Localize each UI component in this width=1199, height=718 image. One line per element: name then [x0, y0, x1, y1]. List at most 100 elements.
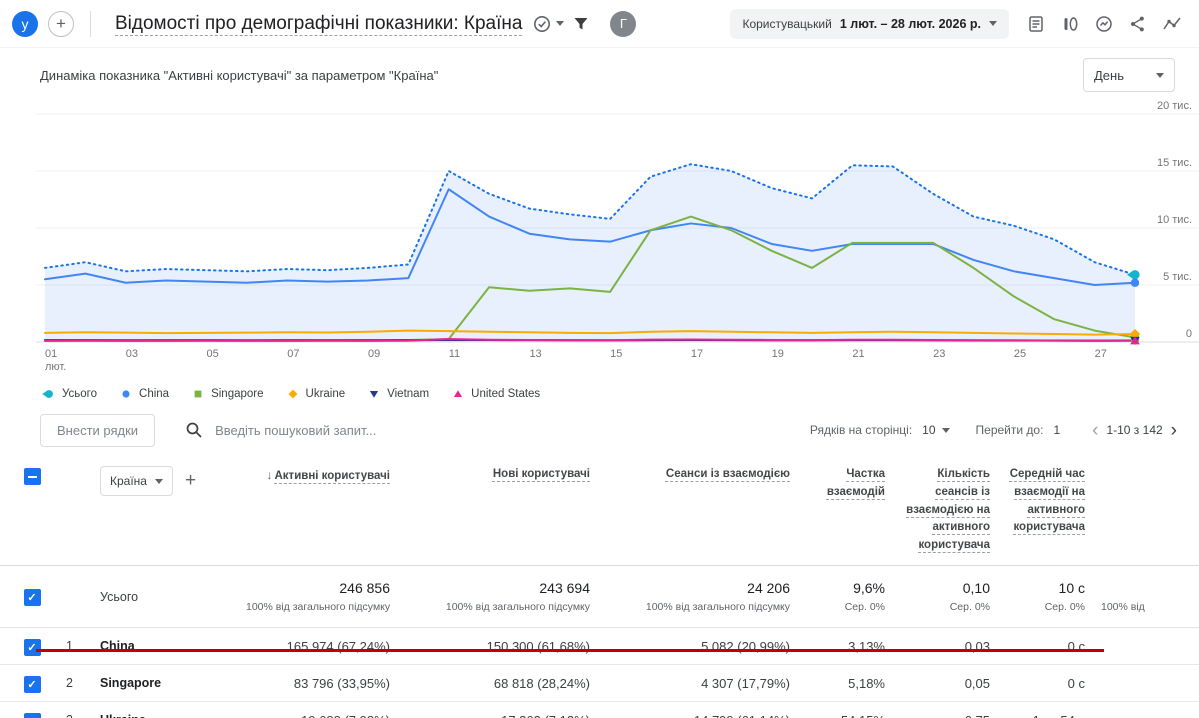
- filter-icon[interactable]: [564, 7, 598, 41]
- x-tick-label: 09: [368, 348, 380, 360]
- diamond-marker: [288, 390, 297, 399]
- triangle-up-marker: [454, 390, 462, 397]
- share-icon[interactable]: [1121, 7, 1155, 41]
- table-row: ✓ 3 Ukraine 19 688 (7,98%) 17 363 (7,12%…: [0, 702, 1199, 718]
- workspace-avatar[interactable]: у: [12, 11, 38, 37]
- date-range-value: 1 лют. – 28 лют. 2026 р.: [840, 17, 981, 31]
- row-checkbox[interactable]: ✓: [24, 639, 41, 656]
- legend-item-ukraine[interactable]: Ukraine: [284, 387, 346, 401]
- chart-legend: Усього China Singapore Ukraine Vietnam United…: [0, 382, 1199, 406]
- notes-icon[interactable]: [1019, 7, 1053, 41]
- legend-label: Vietnam: [387, 388, 429, 400]
- goto-page-input[interactable]: 1: [1053, 423, 1060, 437]
- edit-rows-button[interactable]: Внести рядки: [40, 414, 155, 447]
- chevron-down-icon: [155, 479, 163, 484]
- triangle-down-marker: [370, 391, 378, 398]
- legend-item-china[interactable]: China: [117, 387, 169, 401]
- report-status-control[interactable]: [532, 14, 564, 34]
- table-header-row: Країна + ↓Активні користувачі Нові корис…: [0, 454, 1199, 566]
- dimension-value: Країна: [110, 474, 147, 488]
- legend-label: Singapore: [211, 388, 263, 400]
- x-tick-label: 23: [933, 348, 945, 360]
- chevron-right-icon[interactable]: ›: [1165, 421, 1183, 440]
- add-button[interactable]: +: [48, 11, 74, 37]
- x-tick-label: 19: [772, 348, 784, 360]
- triangle-up-icon: [449, 387, 465, 401]
- rows-per-page-select[interactable]: 10: [922, 423, 949, 437]
- timeseries-chart: 05 тис.10 тис.15 тис.20 тис.01лют.030507…: [0, 90, 1199, 382]
- row-checkbox[interactable]: ✓: [24, 589, 41, 606]
- totals-label: Усього: [100, 590, 246, 604]
- x-tick-label: 01: [45, 348, 57, 360]
- row-checkbox[interactable]: ✓: [24, 713, 41, 718]
- column-header-sessions-per-user[interactable]: Кількість сеансів із взаємодією на актив…: [901, 466, 1006, 555]
- chevron-left-icon[interactable]: ‹: [1086, 421, 1104, 440]
- compare-icon[interactable]: [1053, 7, 1087, 41]
- y-tick-label: 5 тис.: [1163, 271, 1192, 283]
- row-dimension-value: Singapore: [100, 676, 246, 690]
- diamond-icon: [284, 387, 300, 401]
- legend-label: China: [139, 388, 169, 400]
- user-avatar[interactable]: Г: [610, 11, 636, 37]
- x-tick-label: 07: [287, 348, 299, 360]
- pin-icon: [40, 387, 56, 401]
- y-tick-label: 20 тис.: [1157, 100, 1192, 112]
- x-tick-label: 17: [691, 348, 703, 360]
- goto-page-label: Перейти до:: [976, 423, 1044, 437]
- explore-icon[interactable]: [1155, 7, 1189, 41]
- x-tick-label: 05: [206, 348, 218, 360]
- top-app-bar: у + Відомості про демографічні показники…: [0, 0, 1199, 48]
- column-header-new-users[interactable]: Нові користувачі: [406, 466, 606, 484]
- x-tick-label: 11: [449, 348, 460, 360]
- table-search[interactable]: Введіть пошуковий запит...: [185, 421, 376, 439]
- pin-marker: [45, 390, 53, 398]
- triangle-down-icon: [365, 387, 381, 401]
- square-marker: [195, 391, 202, 398]
- totals-overflow-cell: 100% від: [1101, 580, 1199, 613]
- x-tick-label: 27: [1095, 348, 1107, 360]
- row-dimension-value: Ukraine: [100, 713, 246, 718]
- date-range-picker[interactable]: Користувацький 1 лют. – 28 лют. 2026 р.: [730, 9, 1009, 39]
- date-range-type: Користувацький: [742, 17, 831, 31]
- search-placeholder: Введіть пошуковий запит...: [215, 423, 376, 438]
- row-number: 2: [64, 676, 100, 690]
- chart-title: Динаміка показника "Активні користувачі"…: [40, 68, 438, 83]
- granularity-value: День: [1094, 68, 1124, 83]
- legend-label: Ukraine: [306, 388, 346, 400]
- legend-label: Усього: [62, 388, 97, 400]
- legend-item-singapore[interactable]: Singapore: [189, 387, 263, 401]
- chevron-down-icon: [942, 428, 950, 433]
- x-tick-label: 21: [852, 348, 864, 360]
- column-header-engagement-rate[interactable]: Частка взаємодій: [806, 466, 901, 502]
- add-dimension-button[interactable]: +: [185, 470, 196, 492]
- series-area-total: [45, 164, 1135, 342]
- table-row: ✓ 1 China 165 974 (67,24%) 150 300 (61,6…: [0, 628, 1199, 665]
- rows-per-page-label: Рядків на сторінці:: [810, 423, 912, 437]
- y-tick-label: 0: [1186, 328, 1192, 340]
- toolbar-icons: [1019, 7, 1189, 41]
- rows-per-page-value: 10: [922, 423, 935, 437]
- column-header-avg-engagement-time[interactable]: Середній час взаємодії на активного кори…: [1006, 466, 1101, 537]
- legend-item-united-states[interactable]: United States: [449, 387, 540, 401]
- x-tick-label: лют.: [45, 361, 66, 373]
- select-all-checkbox[interactable]: [24, 468, 41, 485]
- x-tick-label: 13: [529, 348, 541, 360]
- circle-marker: [122, 390, 129, 397]
- row-checkbox[interactable]: ✓: [24, 676, 41, 693]
- circle-marker: [1131, 279, 1139, 287]
- chevron-down-icon: [1156, 73, 1164, 78]
- annotation-red-line: [36, 649, 1104, 652]
- y-tick-label: 15 тис.: [1157, 157, 1192, 169]
- legend-label: United States: [471, 388, 540, 400]
- dimension-select[interactable]: Країна: [100, 466, 173, 496]
- indeterminate-icon: [28, 476, 37, 478]
- pagination-range: 1-10 з 142: [1106, 423, 1162, 437]
- granularity-select[interactable]: День: [1083, 58, 1175, 92]
- pin-marker: [1130, 270, 1139, 279]
- legend-item-усього[interactable]: Усього: [40, 387, 97, 401]
- column-header-active-users[interactable]: ↓Активні користувачі: [246, 466, 406, 486]
- legend-item-vietnam[interactable]: Vietnam: [365, 387, 429, 401]
- column-header-engaged-sessions[interactable]: Сеанси із взаємодією: [606, 466, 806, 484]
- table-toolbar: Внести рядки Введіть пошуковий запит... …: [0, 406, 1199, 454]
- insights-icon[interactable]: [1087, 7, 1121, 41]
